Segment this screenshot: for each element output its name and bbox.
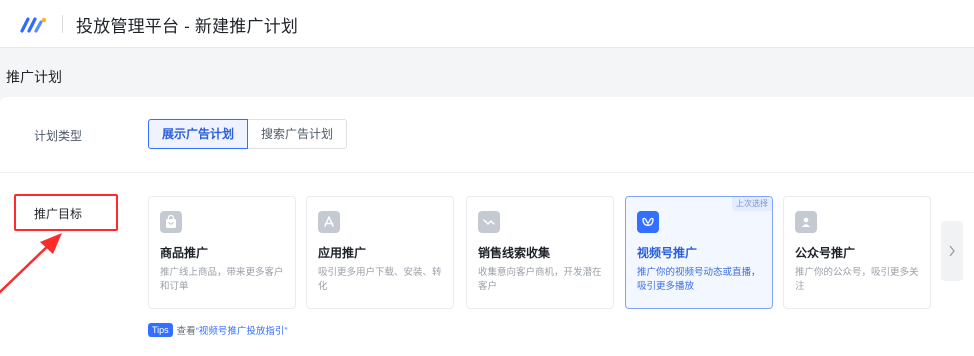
goal-card-official-account[interactable]: 公众号推广 推广你的公众号，吸引更多关注 xyxy=(783,196,931,309)
tips-guide-link[interactable]: “视频号推广投放指引” xyxy=(196,323,288,337)
goal-label: 推广目标 xyxy=(34,207,83,221)
goal-card-desc: 收集意向客户商机，开发潜在客户 xyxy=(478,267,602,292)
goal-card-app[interactable]: 应用推广 吸引更多用户下载、安装、转化 xyxy=(306,196,454,309)
tips-badge: Tips xyxy=(148,323,173,337)
next-page-button[interactable] xyxy=(941,221,963,281)
goal-card-desc: 推广你的公众号，吸引更多关注 xyxy=(795,267,919,292)
goal-card-product[interactable]: 商品推广 推广线上商品，带来更多客户和订单 xyxy=(148,196,296,309)
app-icon xyxy=(318,211,340,233)
header-divider xyxy=(62,15,63,33)
page-title: 投放管理平台 - 新建推广计划 xyxy=(76,17,299,36)
plan-type-selector: 展示广告计划 搜索广告计划 xyxy=(148,119,348,149)
goal-card-leads[interactable]: 销售线索收集 收集意向客户商机，开发潜在客户 xyxy=(466,196,614,309)
goal-card-desc: 推广你的视频号动态或直播，吸引更多播放 xyxy=(637,267,761,292)
shopping-bag-icon xyxy=(160,211,182,233)
row-divider xyxy=(0,172,974,173)
last-selected-tag: 上次选择 xyxy=(732,197,772,211)
logo-icon xyxy=(20,17,47,33)
goal-card-title: 应用推广 xyxy=(318,246,367,260)
section-title: 推广计划 xyxy=(6,69,62,85)
goal-card-title: 视频号推广 xyxy=(637,246,698,260)
plan-type-display-ads[interactable]: 展示广告计划 xyxy=(148,119,249,149)
tips-row: Tips 查看 “视频号推广投放指引” xyxy=(148,323,288,337)
plan-form-card: 计划类型 展示广告计划 搜索广告计划 推广目标 商品推广 推广线上商品，带来更多… xyxy=(0,97,974,356)
tips-text: 查看 xyxy=(176,326,196,337)
plan-type-label: 计划类型 xyxy=(34,129,83,143)
plan-type-search-ads[interactable]: 搜索广告计划 xyxy=(248,119,348,149)
chevron-right-icon xyxy=(949,245,955,257)
goal-card-channels[interactable]: 上次选择 视频号推广 推广你的视频号动态或直播，吸引更多播放 xyxy=(625,196,773,309)
goal-card-title: 销售线索收集 xyxy=(478,246,551,260)
channels-icon xyxy=(637,211,659,233)
annotation-arrow xyxy=(0,233,62,294)
leads-icon xyxy=(478,211,500,233)
goal-card-title: 公众号推广 xyxy=(795,246,856,260)
top-bar: 投放管理平台 - 新建推广计划 xyxy=(0,0,974,48)
goal-card-desc: 吸引更多用户下载、安装、转化 xyxy=(318,267,442,292)
goal-card-desc: 推广线上商品，带来更多客户和订单 xyxy=(160,267,284,292)
goal-card-title: 商品推广 xyxy=(160,246,209,260)
official-account-icon xyxy=(795,211,817,233)
